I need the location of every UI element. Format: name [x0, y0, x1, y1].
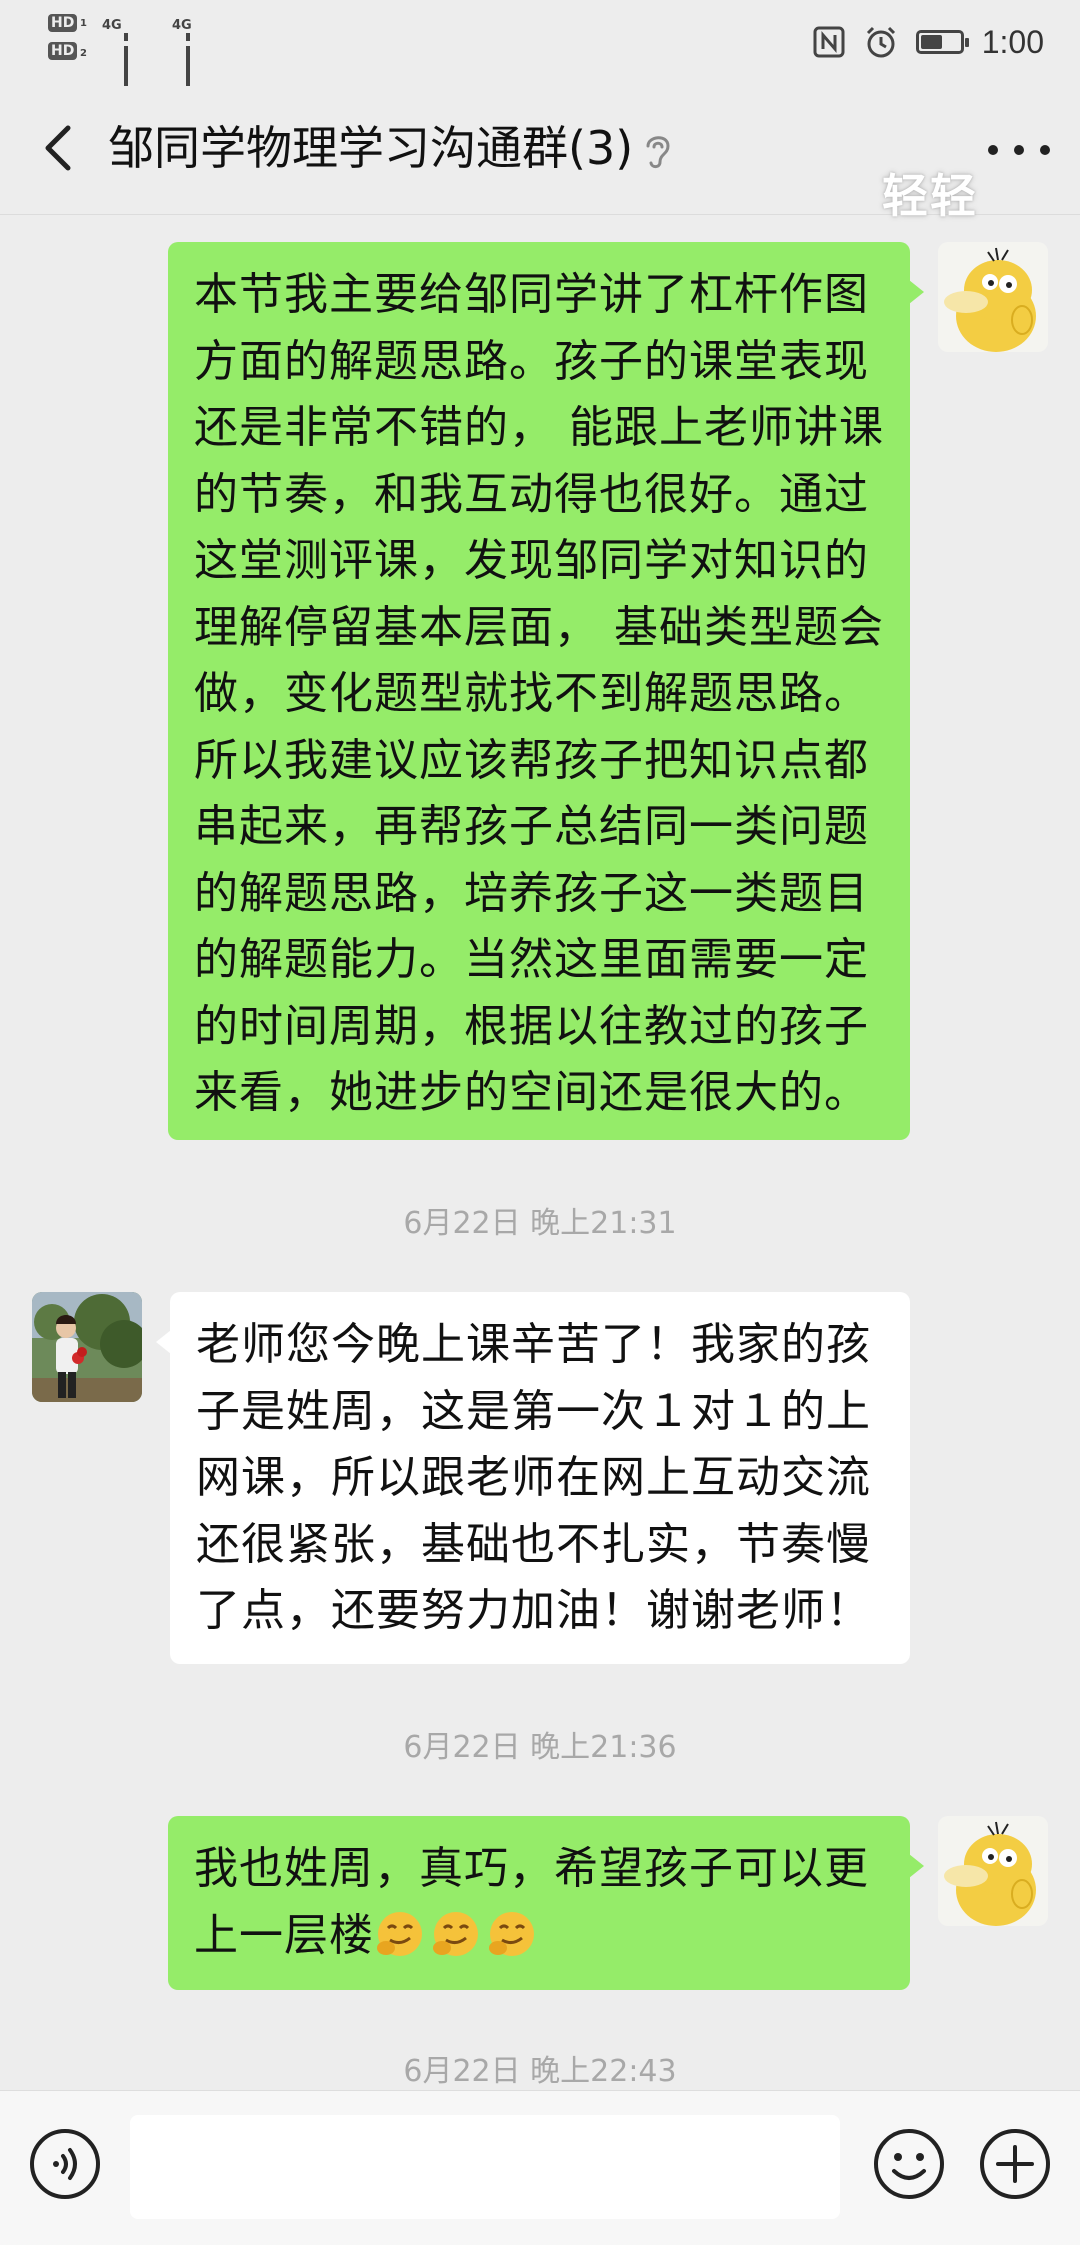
- dot-icon: [988, 145, 998, 155]
- smirk-emoji: [433, 1911, 478, 1956]
- duck-avatar[interactable]: [938, 242, 1048, 352]
- message-timestamp: 6月22日 晚上21:31: [403, 1206, 677, 1241]
- status-bar: HD 1 HD 2 4G 4G 1:00: [0, 0, 1080, 106]
- message-bubble-sent[interactable]: 我也姓周，真巧，希望孩子可以更上一层楼: [168, 1816, 924, 1990]
- alarm-icon: [866, 26, 895, 58]
- emoji-face-icon[interactable]: [872, 2127, 946, 2201]
- sim2-index: 2: [80, 48, 87, 59]
- message-timestamp: 6月22日 晚上21:36: [403, 1730, 677, 1765]
- status-right: 1:00: [812, 22, 1044, 62]
- dot-icon: [1040, 145, 1050, 155]
- battery-icon: [915, 30, 969, 54]
- message-bubble-received[interactable]: 老师您今晚上课辛苦了！我家的孩子是姓周，这是第一次１对１的上网课，所以跟老师在网…: [156, 1292, 910, 1664]
- plus-icon[interactable]: [978, 2127, 1052, 2201]
- more-options-button[interactable]: [988, 130, 1050, 170]
- sim1-index: 1: [80, 18, 87, 29]
- back-arrow-icon[interactable]: [30, 116, 90, 180]
- smirk-emoji: [489, 1911, 534, 1956]
- earpiece-icon: [646, 136, 670, 169]
- message-bubble-sent[interactable]: 本节我主要给邹同学讲了杠杆作图方面的解题思路。孩子的课堂表现还是非常不错的， 能…: [168, 242, 924, 1140]
- voice-icon[interactable]: [28, 2127, 102, 2201]
- dot-icon: [1014, 145, 1024, 155]
- chat-header: 邹同学物理学习沟通群(3): [0, 86, 1080, 215]
- nfc-icon: [813, 26, 845, 58]
- message-timestamp: 6月22日 晚上22:43: [403, 2054, 677, 2089]
- chat-input-bar: [0, 2090, 1080, 2245]
- clock-time: 1:00: [981, 23, 1044, 60]
- chat-title: 邹同学物理学习沟通群(3): [108, 121, 634, 175]
- smirk-emoji: [377, 1911, 422, 1956]
- duck-avatar[interactable]: [938, 1816, 1048, 1926]
- network-type-1: 4G: [102, 18, 122, 33]
- message-input[interactable]: [130, 2115, 840, 2219]
- parent-photo-avatar[interactable]: [32, 1292, 142, 1402]
- sim1-hd-badge: HD: [48, 14, 78, 32]
- sim2-hd-badge: HD: [48, 42, 78, 60]
